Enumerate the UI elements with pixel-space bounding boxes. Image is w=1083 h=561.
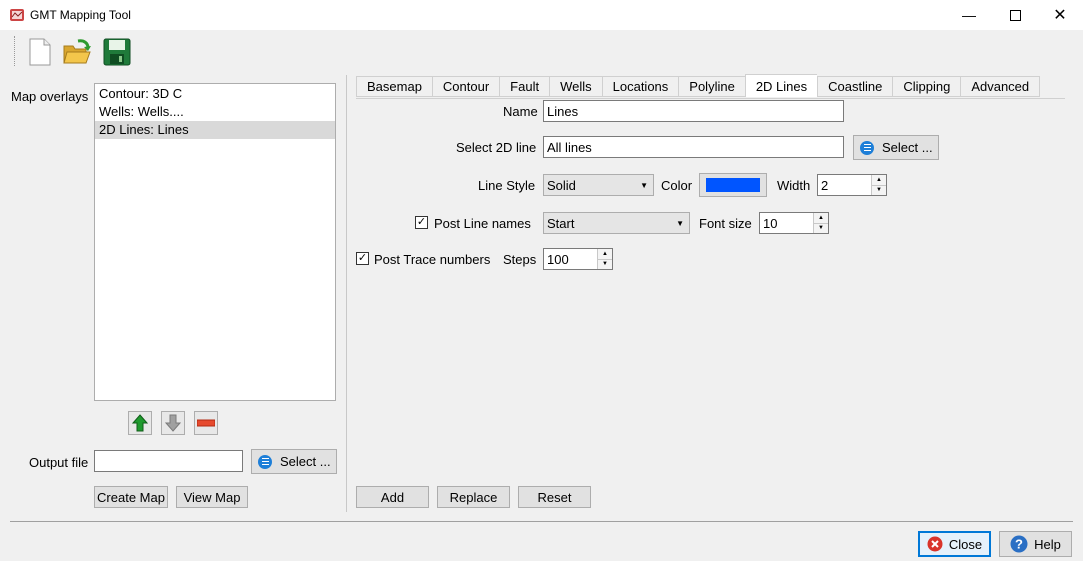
stepper-down-icon[interactable]: ▼: [814, 223, 828, 233]
overlay-list[interactable]: Contour: 3D C Wells: Wells.... 2D Lines:…: [94, 83, 336, 401]
steps-label: Steps: [503, 252, 537, 267]
app-icon: [9, 7, 25, 23]
tab-coastline[interactable]: Coastline: [817, 76, 893, 97]
title-bar: [0, 0, 1083, 30]
post-line-names-checkbox[interactable]: ✓: [415, 216, 428, 229]
move-down-button[interactable]: [161, 411, 185, 435]
overlay-item-contour[interactable]: Contour: 3D C: [95, 85, 335, 103]
chevron-down-icon: ▼: [640, 180, 648, 190]
post-trace-numbers-label: Post Trace numbers: [374, 252, 491, 267]
tab-panel-border: [356, 98, 1065, 99]
stepper-down-icon[interactable]: ▼: [872, 185, 886, 195]
tab-locations[interactable]: Locations: [601, 76, 679, 97]
arrow-up-icon: [132, 414, 148, 432]
save-disk-icon[interactable]: [102, 37, 132, 67]
help-button[interactable]: ? Help: [999, 531, 1072, 557]
stepper-up-icon[interactable]: ▲: [814, 213, 828, 224]
select-2d-line-input[interactable]: All lines: [543, 136, 844, 158]
minimize-button[interactable]: —: [946, 0, 992, 30]
steps-stepper[interactable]: 100 ▲ ▼: [543, 248, 613, 270]
stepper-down-icon[interactable]: ▼: [598, 259, 612, 269]
font-size-value: 10: [763, 215, 778, 231]
list-icon: [258, 454, 272, 469]
help-icon: ?: [1010, 535, 1028, 553]
map-overlays-label: Map overlays: [11, 89, 89, 104]
output-select-label: Select ...: [280, 454, 331, 469]
reset-button[interactable]: Reset: [518, 486, 591, 508]
close-icon: ✕: [1053, 7, 1067, 24]
checkmark-icon: ✓: [357, 252, 368, 264]
tab-polyline[interactable]: Polyline: [678, 76, 745, 97]
font-size-stepper[interactable]: 10 ▲ ▼: [759, 212, 829, 234]
move-up-button[interactable]: [128, 411, 152, 435]
new-file-icon[interactable]: [25, 37, 55, 67]
width-stepper[interactable]: 2 ▲ ▼: [817, 174, 887, 196]
create-map-button[interactable]: Create Map: [94, 486, 168, 508]
minus-icon: [197, 419, 215, 427]
window-title: GMT Mapping Tool: [30, 8, 131, 22]
select-2d-line-label: Select 2D line: [456, 140, 537, 155]
list-icon: [860, 140, 874, 155]
overlay-item-wells[interactable]: Wells: Wells....: [95, 103, 335, 121]
replace-button[interactable]: Replace: [437, 486, 510, 508]
post-trace-numbers-checkbox[interactable]: ✓: [356, 252, 369, 265]
close-button-label: Close: [948, 536, 983, 552]
tab-advanced[interactable]: Advanced: [960, 76, 1041, 97]
stepper-up-icon[interactable]: ▲: [598, 249, 612, 260]
window-close-button[interactable]: ✕: [1037, 0, 1083, 30]
checkmark-icon: ✓: [416, 216, 427, 228]
open-folder-icon[interactable]: [62, 37, 92, 67]
name-label: Name: [503, 104, 538, 119]
maximize-icon: [1009, 9, 1021, 21]
output-select-button[interactable]: Select ...: [251, 449, 337, 474]
svg-text:?: ?: [1015, 537, 1023, 552]
tab-strip: Basemap Contour Fault Wells Locations Po…: [356, 74, 1041, 98]
tab-basemap[interactable]: Basemap: [356, 76, 432, 97]
color-label: Color: [661, 178, 693, 193]
select-2d-line-button-label: Select ...: [882, 140, 933, 155]
tab-contour[interactable]: Contour: [431, 76, 500, 97]
width-value: 2: [821, 177, 829, 193]
arrow-down-icon: [165, 414, 181, 432]
select-2d-line-button[interactable]: Select ...: [853, 135, 939, 160]
tab-fault[interactable]: Fault: [499, 76, 550, 97]
post-line-names-value: Start: [547, 215, 575, 231]
line-style-value: Solid: [547, 177, 576, 193]
steps-value: 100: [547, 251, 569, 267]
width-label: Width: [777, 178, 811, 193]
post-line-names-label: Post Line names: [434, 216, 531, 231]
output-file-label: Output file: [29, 455, 89, 470]
minimize-icon: —: [962, 7, 976, 23]
stepper-up-icon[interactable]: ▲: [872, 175, 886, 186]
tab-clipping[interactable]: Clipping: [892, 76, 961, 97]
toolbar: [0, 30, 1083, 70]
tab-2d-lines[interactable]: 2D Lines: [744, 74, 818, 97]
font-size-label: Font size: [699, 216, 752, 231]
close-button[interactable]: Close: [918, 531, 991, 557]
color-swatch: [706, 178, 760, 192]
close-circle-icon: [927, 536, 943, 552]
view-map-button[interactable]: View Map: [176, 486, 248, 508]
chevron-down-icon: ▼: [676, 218, 684, 228]
output-file-input[interactable]: [94, 450, 243, 472]
remove-overlay-button[interactable]: [194, 411, 218, 435]
help-button-label: Help: [1034, 536, 1061, 552]
maximize-button[interactable]: [992, 0, 1038, 30]
line-style-label: Line Style: [478, 178, 536, 193]
line-style-select[interactable]: Solid ▼: [543, 174, 654, 196]
footer-divider: [10, 521, 1073, 522]
color-picker-button[interactable]: [699, 173, 767, 197]
name-input[interactable]: Lines: [543, 100, 844, 122]
overlay-item-2d-lines[interactable]: 2D Lines: Lines: [95, 121, 335, 139]
panel-divider: [346, 75, 347, 512]
tab-wells[interactable]: Wells: [549, 76, 602, 97]
post-line-names-select[interactable]: Start ▼: [543, 212, 690, 234]
add-button[interactable]: Add: [356, 486, 429, 508]
toolbar-grip: [14, 36, 17, 66]
